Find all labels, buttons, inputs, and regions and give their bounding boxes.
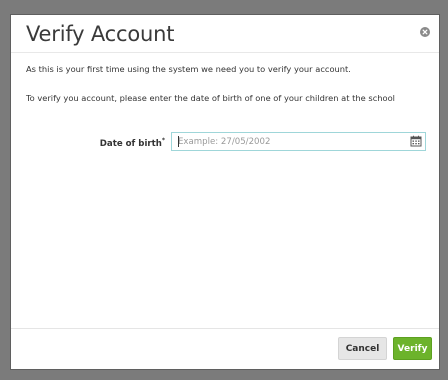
close-icon	[422, 29, 428, 35]
dialog-header: Verify Account	[11, 15, 439, 53]
verify-button[interactable]: Verify	[393, 337, 432, 360]
required-marker: *	[161, 137, 165, 144]
dob-label: Date of birth*	[100, 137, 165, 149]
calendar-button[interactable]	[407, 133, 425, 150]
dob-input[interactable]	[172, 133, 392, 150]
dialog-title: Verify Account	[26, 22, 175, 46]
first-time-message: As this is your first time using the sys…	[26, 64, 351, 74]
dob-label-text: Date of birth	[99, 138, 162, 149]
dob-form-row: Date of birth*	[11, 132, 439, 154]
calendar-icon	[410, 135, 422, 147]
close-button[interactable]	[420, 27, 430, 37]
cancel-button[interactable]: Cancel	[338, 337, 387, 360]
dialog-body: As this is your first time using the sys…	[11, 53, 439, 328]
dialog-footer: Cancel Verify	[11, 328, 439, 370]
modal-overlay: Verify Account As this is your first tim…	[0, 0, 448, 380]
verify-account-dialog: Verify Account As this is your first tim…	[10, 14, 440, 370]
instruction-message: To verify you account, please enter the …	[26, 93, 395, 103]
text-caret	[178, 136, 179, 147]
dob-input-group	[171, 132, 426, 151]
